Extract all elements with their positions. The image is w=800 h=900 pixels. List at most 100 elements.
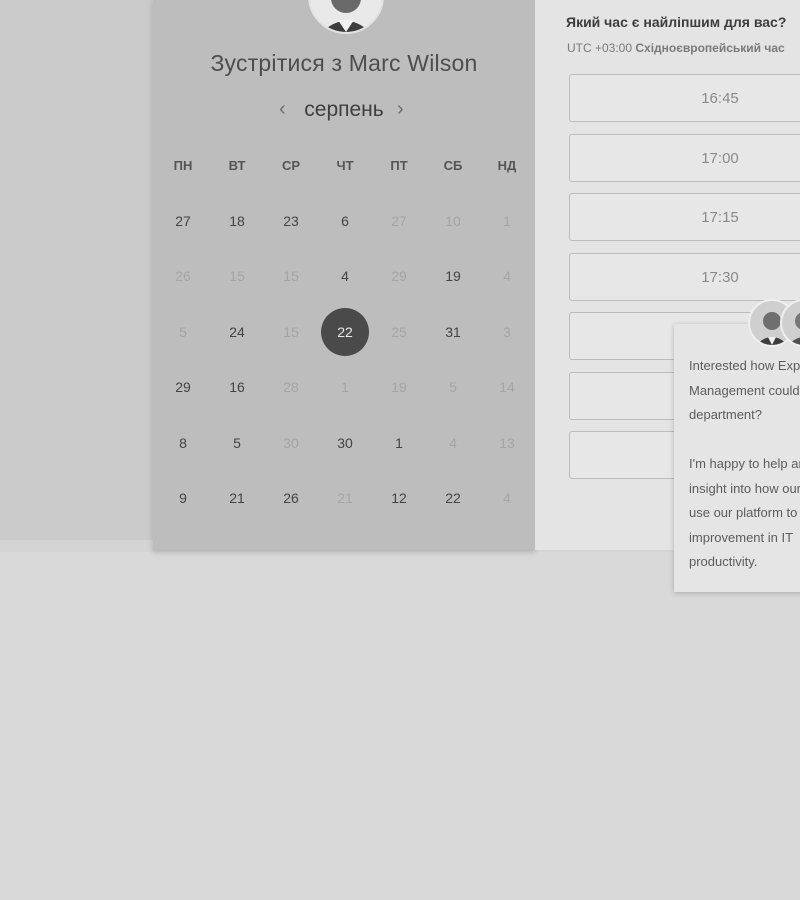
calendar-day-number: 1 — [341, 379, 349, 396]
calendar-day-number: 26 — [175, 268, 191, 285]
time-slot-button[interactable]: 17:00 — [569, 133, 800, 182]
calendar-day: 21 — [318, 471, 372, 527]
calendar-day[interactable]: 6 — [318, 193, 372, 249]
weekday-label: ПТ — [390, 158, 408, 173]
calendar-day: 15 — [264, 304, 318, 360]
calendar-day-number: 5 — [449, 379, 457, 396]
calendar-day-number: 4 — [503, 268, 511, 285]
calendar-day[interactable]: 12 — [372, 471, 426, 527]
calendar-week-row: 5 24 15 22 25 31 3 — [156, 304, 534, 360]
calendar-day: 15 — [264, 249, 318, 305]
calendar-day-number: 15 — [229, 268, 245, 285]
time-slot-label: 17:15 — [701, 209, 739, 226]
chat-message: Interested how Expert Management could dep… — [689, 354, 800, 575]
calendar-day: 4 — [426, 415, 480, 471]
calendar-day-number: 14 — [499, 379, 515, 396]
timezone-label[interactable]: UTC +03:00 Східноєвропейський час — [567, 41, 785, 55]
calendar-day-number: 4 — [503, 490, 511, 507]
calendar-day-number: 6 — [341, 212, 349, 229]
calendar-day[interactable]: 26 — [264, 471, 318, 527]
calendar-day[interactable]: 8 — [156, 415, 210, 471]
calendar-day-number: 10 — [445, 212, 461, 229]
calendar-day-number: 19 — [445, 268, 461, 285]
calendar-day-number: 21 — [229, 490, 245, 507]
calendar-day: 13 — [480, 415, 534, 471]
calendar-day-number: 30 — [283, 434, 299, 451]
calendar-day: 3 — [480, 304, 534, 360]
chat-popup[interactable]: Interested how Expert Management could dep… — [674, 324, 800, 592]
calendar-day-number: 29 — [175, 379, 191, 396]
next-month-icon[interactable]: › — [397, 98, 404, 121]
calendar-day[interactable]: 9 — [156, 471, 210, 527]
meeting-title: Зустрітися з Marc Wilson — [210, 50, 478, 76]
calendar-day: 5 — [426, 360, 480, 416]
calendar-week-row: 27 18 23 6 27 10 1 — [156, 193, 534, 249]
weekday-label: СБ — [443, 158, 463, 173]
calendar-day: 27 — [372, 193, 426, 249]
calendar-day-number: 22 — [321, 307, 369, 356]
time-slot-button[interactable]: 17:30 — [569, 252, 800, 301]
calendar-day-number: 24 — [229, 323, 245, 340]
calendar-day: 4 — [480, 471, 534, 527]
month-navigation: ‹ серпень › — [153, 98, 535, 126]
calendar-day-number: 12 — [391, 490, 407, 507]
calendar-card: Зустрітися з Marc Wilson ‹ серпень › ПН В… — [153, 0, 535, 550]
calendar-day[interactable]: 21 — [210, 471, 264, 527]
calendar-day-number: 29 — [391, 268, 407, 285]
weekday-label: ВТ — [228, 158, 246, 173]
calendar-day-number: 27 — [175, 212, 191, 229]
calendar-day[interactable]: 22 — [426, 471, 480, 527]
calendar-day-number: 3 — [503, 323, 511, 340]
calendar-day: 1 — [318, 360, 372, 416]
weekday-label: ЧТ — [336, 158, 354, 173]
chat-line — [689, 428, 800, 453]
month-label: серпень — [304, 98, 384, 121]
calendar-day-number: 30 — [337, 434, 353, 451]
calendar-day-number: 22 — [445, 490, 461, 507]
calendar-day[interactable]: 23 — [264, 193, 318, 249]
calendar-day: 4 — [480, 249, 534, 305]
chat-line: I'm happy to help and — [689, 456, 800, 471]
calendar-day[interactable]: 27 — [156, 193, 210, 249]
calendar-day-number: 21 — [337, 490, 353, 507]
calendar-day[interactable]: 18 — [210, 193, 264, 249]
time-slot-label: 17:00 — [701, 149, 739, 167]
time-slot-button[interactable]: 17:15 — [569, 193, 800, 241]
calendar-day-number: 25 — [391, 323, 407, 340]
calendar-day: 15 — [210, 249, 264, 305]
time-slot-label: 17:30 — [701, 268, 739, 286]
calendar-day-number: 31 — [445, 323, 461, 340]
calendar-day-number: 1 — [395, 434, 403, 451]
calendar-day[interactable]: 19 — [426, 249, 480, 305]
calendar-week-row: 26 15 15 4 29 19 4 — [156, 249, 534, 305]
calendar-day[interactable]: 5 — [210, 415, 264, 471]
weekday-header: ПН ВТ СР ЧТ ПТ СБ НД — [156, 158, 534, 178]
calendar-day: 14 — [480, 360, 534, 416]
calendar-day: 19 — [372, 360, 426, 416]
chat-line: Management could — [689, 382, 800, 398]
calendar-day[interactable]: 1 — [372, 415, 426, 471]
timezone-name: Східноєвропейський час — [635, 41, 785, 55]
calendar-day: 29 — [372, 249, 426, 305]
time-slot-button[interactable]: 16:45 — [569, 74, 800, 122]
calendar-day: 25 — [372, 304, 426, 360]
chat-line: improvement in IT — [689, 529, 794, 545]
calendar-day[interactable]: 29 — [156, 360, 210, 416]
calendar-day-number: 4 — [449, 434, 457, 451]
chat-line: insight into how our — [689, 480, 800, 496]
time-question: Який час є найліпшим для вас? — [566, 14, 787, 30]
calendar-day-selected[interactable]: 22 — [318, 304, 372, 360]
calendar-day-number: 13 — [499, 434, 515, 451]
calendar-day[interactable]: 30 — [318, 415, 372, 471]
calendar-day[interactable]: 4 — [318, 249, 372, 305]
chat-line: department? — [689, 407, 762, 422]
calendar-day[interactable]: 24 — [210, 304, 264, 360]
calendar-day: 30 — [264, 415, 318, 471]
calendar-day: 1 — [480, 193, 534, 249]
calendar-day[interactable]: 16 — [210, 360, 264, 416]
calendar-day[interactable]: 31 — [426, 304, 480, 360]
calendar-day-number: 5 — [233, 434, 241, 451]
calendar-day-number: 1 — [503, 212, 511, 229]
calendar-day: 10 — [426, 193, 480, 249]
weekday-label: ПН — [173, 158, 193, 173]
